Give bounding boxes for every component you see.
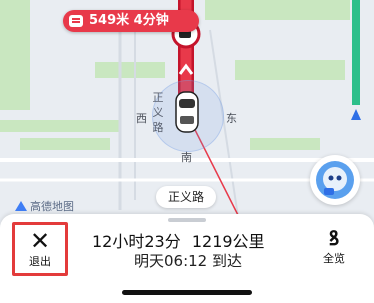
next-turn-text: 549米 4分钟 (89, 13, 169, 28)
amap-logo-icon (15, 201, 27, 211)
vertical-road-label: 正义路 (152, 91, 164, 134)
direction-east: 东 (226, 112, 237, 125)
direction-west: 西 (136, 112, 147, 125)
close-icon: ✕ (29, 227, 51, 255)
current-road-chip: 正义路 (156, 186, 216, 208)
exit-label: 退出 (29, 255, 51, 268)
message-icon (69, 15, 83, 27)
arrival-time: 明天06:12 到达 (134, 252, 242, 270)
navigation-screen: 549米 4分钟 正义路 西 东 南 高德地图 正义路 ✕ 退出 12小时23分… (0, 0, 374, 303)
trip-summary: 12小时23分 1219公里 (92, 228, 322, 252)
route-overview-icon: ꝸ (328, 226, 340, 250)
overview-button[interactable]: ꝸ 全览 (316, 226, 352, 270)
amap-logo: 高德地图 (15, 198, 74, 214)
compass-icon[interactable] (351, 109, 361, 120)
provider-label: 高德地图 (30, 200, 74, 213)
home-indicator[interactable] (122, 290, 252, 295)
assistant-avatar-icon (316, 161, 354, 199)
trip-duration: 12小时23分 (92, 232, 181, 251)
direction-south: 南 (181, 151, 192, 164)
bottom-trip-panel: ✕ 退出 12小时23分 1219公里 明天06:12 到达 ꝸ 全览 (0, 214, 374, 303)
panel-grabber[interactable] (168, 218, 206, 222)
assistant-avatar-button[interactable] (310, 155, 360, 205)
exit-button[interactable]: ✕ 退出 (12, 222, 68, 276)
trip-distance: 1219公里 (191, 232, 265, 251)
overview-label: 全览 (323, 252, 345, 265)
next-turn-badge: 549米 4分钟 (63, 10, 199, 32)
